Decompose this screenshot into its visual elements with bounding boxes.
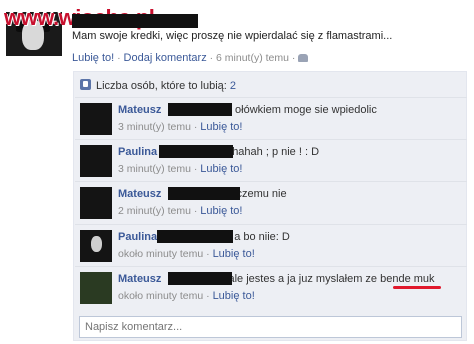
- comment-like-link[interactable]: Lubię to!: [200, 205, 242, 217]
- comment-meta: około minuty temu · Lubię to!: [118, 248, 255, 260]
- commenter-name[interactable]: Mateusz: [118, 273, 161, 285]
- comment-body: Mateusz z ołówkiem moge sie wpiedolic: [118, 104, 377, 116]
- friends-icon: [298, 54, 309, 62]
- comment-item: Paulina a bo niie: D około minuty temu ·…: [75, 224, 467, 267]
- comment-meta: 3 minut(y) temu · Lubię to!: [118, 163, 242, 175]
- comment-timestamp[interactable]: 3 minut(y) temu: [118, 121, 191, 133]
- comment-like-link[interactable]: Lubię to!: [200, 163, 242, 175]
- separator: ·: [288, 52, 299, 64]
- comment-item: Mateusz ale jestes a ja juz myslałem ze …: [75, 266, 467, 309]
- comment-timestamp[interactable]: około minuty temu: [118, 248, 203, 260]
- comment-text: z ołówkiem moge sie wpiedolic: [226, 104, 377, 116]
- comment-meta: 2 minut(y) temu · Lubię to!: [118, 205, 242, 217]
- comment-underlined-text: bende muk: [380, 273, 435, 285]
- likes-summary: Liczba osób, które to lubią: 2: [80, 77, 236, 95]
- separator: ·: [190, 205, 201, 217]
- comments-box: Liczba osób, które to lubią: 2 Mateusz z…: [73, 71, 467, 341]
- redacted-surname: [159, 145, 233, 158]
- comment-text: czemu nie: [236, 188, 287, 200]
- commenter-avatar[interactable]: [80, 230, 112, 262]
- comment-text: ale jestes a ja juz myslałem ze: [228, 273, 378, 285]
- commenter-avatar[interactable]: [80, 103, 112, 135]
- comment-like-link[interactable]: Lubię to!: [200, 121, 242, 133]
- commenter-name[interactable]: Mateusz: [118, 104, 161, 116]
- comment-meta: około minuty temu · Lubię to!: [118, 290, 255, 302]
- redacted-poster-name: [72, 14, 198, 28]
- likes-label: Liczba osób, które to lubią:: [96, 80, 227, 92]
- commenter-avatar[interactable]: [80, 272, 112, 304]
- thumbs-up-icon: [80, 79, 91, 90]
- commenter-name[interactable]: Paulina: [118, 146, 157, 158]
- comment-item: Paulina hahah ; p nie ! : D 3 minut(y) t…: [75, 139, 467, 182]
- separator: ·: [206, 52, 217, 64]
- commenter-name[interactable]: Paulina: [118, 231, 157, 243]
- separator: ·: [203, 290, 213, 302]
- comment-text: a bo niie: D: [234, 231, 290, 243]
- comment-item: Mateusz czemu nie 2 minut(y) temu · Lubi…: [75, 181, 467, 225]
- comment-input[interactable]: [79, 316, 462, 338]
- comment-timestamp[interactable]: około minuty temu: [118, 290, 203, 302]
- post-like-link[interactable]: Lubię to!: [72, 52, 114, 64]
- redacted-surname: [168, 103, 232, 116]
- redacted-surname: [157, 230, 233, 243]
- likes-count-link[interactable]: 2: [230, 80, 236, 92]
- comment-timestamp[interactable]: 3 minut(y) temu: [118, 163, 191, 175]
- redacted-surname: [168, 187, 240, 200]
- separator: ·: [203, 248, 213, 260]
- commenter-avatar[interactable]: [80, 187, 112, 219]
- comment-meta: 3 minut(y) temu · Lubię to!: [118, 121, 242, 133]
- add-comment-link[interactable]: Dodaj komentarz: [124, 52, 207, 64]
- post-actions: Lubię to! · Dodaj komentarz · 6 minut(y)…: [72, 52, 309, 64]
- commenter-name[interactable]: Mateusz: [118, 188, 161, 200]
- comment-item: Mateusz z ołówkiem moge sie wpiedolic 3 …: [75, 97, 467, 140]
- redacted-surname: [168, 272, 232, 285]
- comment-like-link[interactable]: Lubię to!: [213, 290, 255, 302]
- comment-like-link[interactable]: Lubię to!: [213, 248, 255, 260]
- separator: ·: [190, 163, 201, 175]
- red-underline-mark: [393, 286, 441, 289]
- comment-timestamp[interactable]: 2 minut(y) temu: [118, 205, 191, 217]
- separator: ·: [190, 121, 201, 133]
- comment-body: Mateusz ale jestes a ja juz myslałem ze …: [118, 273, 435, 285]
- post-timestamp[interactable]: 6 minut(y) temu: [216, 52, 289, 64]
- comment-text: hahah ; p nie ! : D: [232, 146, 320, 158]
- commenter-avatar[interactable]: [80, 145, 112, 177]
- separator: ·: [114, 52, 124, 64]
- post-text: Mam swoje kredki, więc proszę nie wpierd…: [72, 30, 393, 42]
